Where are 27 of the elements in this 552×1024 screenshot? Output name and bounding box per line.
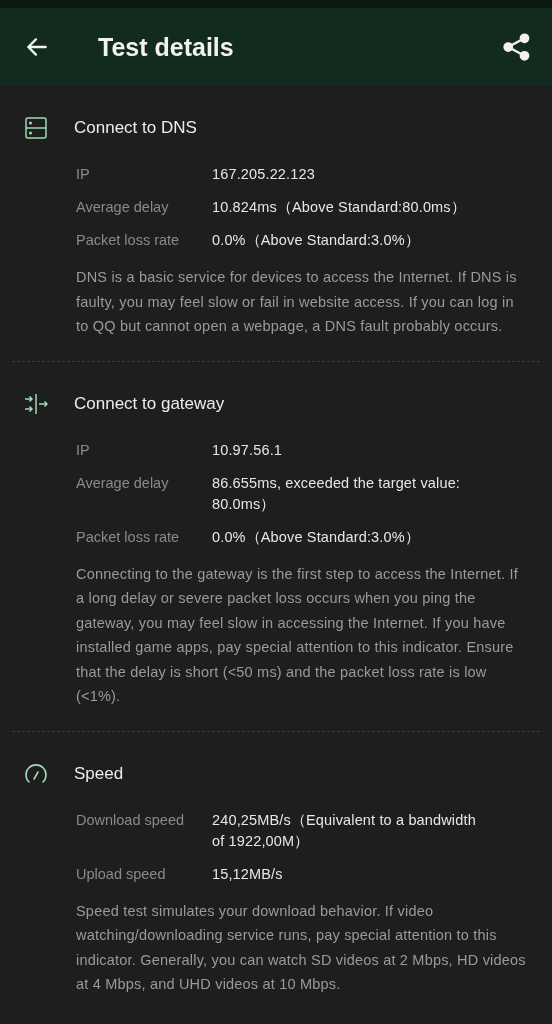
row-label: Packet loss rate [76,231,181,250]
section-description: DNS is a basic service for devices to access the Internet. If DNS is faulty, you may feel slow or fail in website access. If you can log in to QQ but cannot open a webpage, a DNS fault probably occurs. [76,268,518,336]
row-label: IP [76,440,91,460]
row-value: 167.205.22.123 [212,165,316,184]
section-title: Connect to gateway [74,393,225,414]
row-value: 10.97.56.1 [212,440,284,460]
section-title: Speed [74,763,124,784]
section-description: Speed test simulates your download behavior. If video watching/downloading service runs, pay special attention to this indicator. Generally, you can watch SD videos at 2 Mbps, HD videos at 4 Mbps, and UHD videos at 10 Mbps. [76,901,527,994]
share-button[interactable] [502,32,532,62]
gauge-icon [24,761,48,786]
row-value: 0.0%（Above Standard:3.0%） [212,527,421,547]
row-value: 240,25MB/s（Equivalent to a bandwidth of 1922,00M） [212,810,477,851]
row-label: Download speed [76,810,186,830]
row-label: Upload speed [76,864,167,884]
row-label: Average delay [76,198,170,217]
section-description: Connecting to the gateway is the first step to access the Internet. If a long delay or severe packet loss occurs when you ping the gateway, you may feel slow in accessing the Internet. If you have installed game apps, pay special attention to this indicator. Ensure that the delay is short (<50 ms) and the packet loss rate is low (<1%). [76,564,519,706]
section-title: Connect to DNS [74,118,197,138]
server-icon [24,116,48,140]
arrows-into-bar-icon [24,391,48,416]
row-value: 15,12MB/s [212,864,284,884]
row-label: Average delay [76,473,170,493]
page-title: Test details [98,32,235,62]
row-label: IP [76,165,91,184]
row-value: 0.0%（Above Standard:3.0%） [212,231,421,250]
row-label: Packet loss rate [76,527,181,547]
row-value: 10.824ms（Above Standard:80.0ms） [212,198,467,217]
row-value: 86.655ms, exceeded the target value: 80.0ms） [212,473,462,514]
